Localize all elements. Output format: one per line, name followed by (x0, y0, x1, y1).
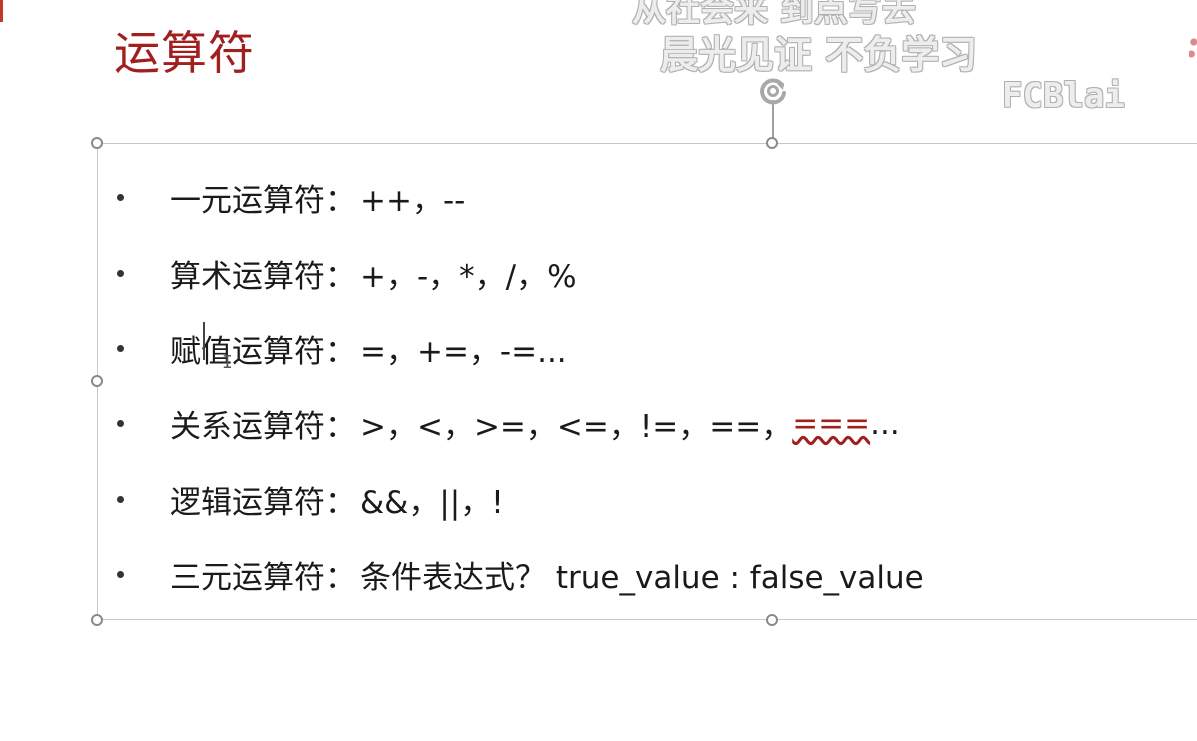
resize-handle-bottom-left[interactable] (91, 614, 103, 626)
bullet-icon (117, 495, 124, 503)
operator-symbols: =，+=，-=... (360, 333, 567, 370)
resize-handle-middle-left[interactable] (91, 375, 103, 387)
watermark-line-2: 晨光见证 不负学习 (660, 33, 978, 77)
operator-category-label: 一元运算符： (170, 183, 356, 220)
list-item: 赋值运算符： =，+=，-=... (114, 311, 924, 386)
list-item: 三元运算符： 条件表达式？ true_value : false_value (114, 537, 924, 612)
spellcheck-highlighted-operator: === (792, 405, 871, 442)
bullet-icon (117, 344, 124, 352)
operator-symbols: &&，||，! (360, 484, 504, 521)
bullet-icon (117, 269, 124, 277)
operator-symbols: 条件表达式？ true_value : false_value (360, 560, 924, 597)
text-caret (203, 322, 205, 360)
list-item: 关系运算符： >，<，>=，<=，!=，==， === ... (114, 386, 924, 461)
operator-category-label: 逻辑运算符： (170, 484, 356, 521)
operator-category-label: 赋值运算符： (170, 333, 356, 370)
operator-category-label: 三元运算符： (170, 560, 356, 597)
edge-marker (0, 0, 3, 22)
ibeam-cursor-icon: I (222, 352, 233, 373)
list-item: 算术运算符： +，-，*，/，% (114, 235, 924, 310)
resize-handle-top-middle[interactable] (766, 137, 778, 149)
operator-symbols: +，-，*，/，% (360, 258, 577, 295)
operator-category-label: 算术运算符： (170, 258, 356, 295)
watermark-brand: FCBlai (1002, 76, 1125, 116)
operator-symbols: ++，-- (360, 183, 466, 220)
operator-category-label: 关系运算符： (170, 409, 356, 446)
edge-decoration (1189, 30, 1197, 60)
resize-handle-bottom-middle[interactable] (766, 614, 778, 626)
bullet-icon (117, 194, 124, 202)
operator-symbols-tail: ... (870, 405, 900, 442)
slide-title: 运算符 (114, 26, 255, 80)
operator-symbols: >，<，>=，<=，!=，==， (360, 409, 793, 446)
list-item: 一元运算符： ++，-- (114, 160, 924, 235)
rotate-handle-icon[interactable] (757, 74, 791, 108)
bullet-icon (117, 420, 124, 428)
resize-handle-top-left[interactable] (91, 137, 103, 149)
operator-list: 一元运算符： ++，-- 算术运算符： +，-，*，/，% 赋值运算符： =，+… (114, 160, 924, 612)
bullet-icon (117, 571, 124, 579)
list-item: 逻辑运算符： &&，||，! (114, 462, 924, 537)
